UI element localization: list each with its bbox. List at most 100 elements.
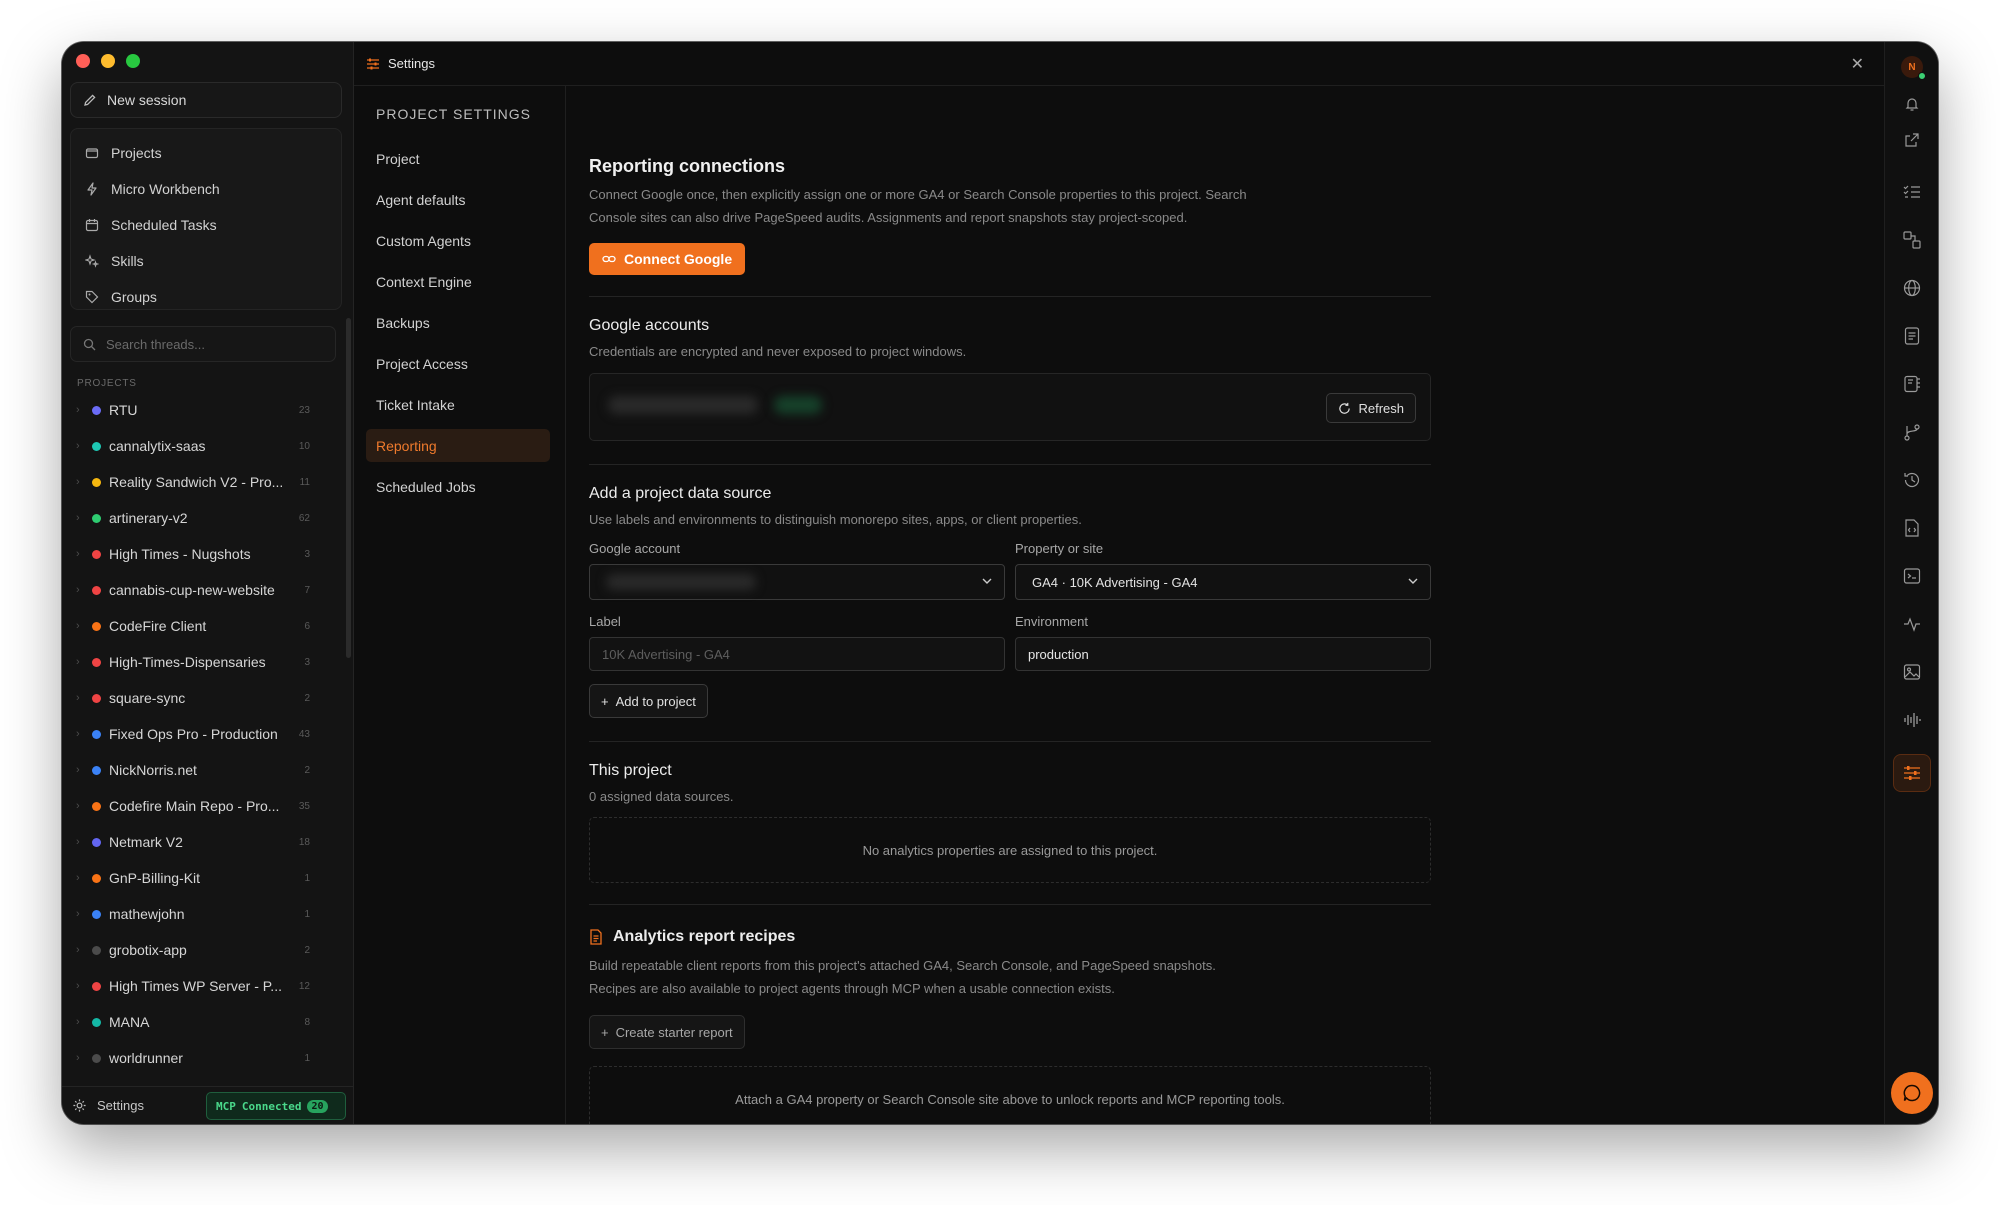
code-file-icon[interactable] bbox=[1902, 518, 1922, 538]
project-item[interactable]: › artinerary-v2 62 bbox=[70, 500, 342, 536]
project-item[interactable]: › Reality Sandwich V2 - Pro... 11 bbox=[70, 464, 342, 500]
image-icon[interactable] bbox=[1902, 662, 1922, 682]
git-branch-icon[interactable] bbox=[1902, 422, 1922, 442]
create-starter-report-button[interactable]: + Create starter report bbox=[589, 1015, 745, 1049]
chevron-right-icon[interactable]: › bbox=[76, 548, 92, 560]
chevron-right-icon[interactable]: › bbox=[76, 1052, 92, 1064]
zoom-window-button[interactable] bbox=[126, 54, 140, 68]
chevron-right-icon[interactable]: › bbox=[76, 872, 92, 884]
sidebar-item-projects[interactable]: Projects bbox=[71, 135, 341, 171]
activity-icon[interactable] bbox=[1902, 614, 1922, 634]
section-divider bbox=[589, 464, 1431, 465]
project-thread-count: 1 bbox=[304, 872, 310, 884]
project-item[interactable]: › High-Times-Dispensaries 3 bbox=[70, 644, 342, 680]
settings-tab-project[interactable]: Project bbox=[366, 142, 550, 175]
project-item[interactable]: › Codefire Main Repo - Pro... 35 bbox=[70, 788, 342, 824]
project-item[interactable]: › grobotix-app 2 bbox=[70, 932, 342, 968]
reporting-title: Reporting connections bbox=[589, 156, 786, 176]
project-item[interactable]: › square-sync 2 bbox=[70, 680, 342, 716]
settings-tab-ticket-intake[interactable]: Ticket Intake bbox=[366, 388, 550, 421]
chevron-right-icon[interactable]: › bbox=[76, 944, 92, 956]
chevron-right-icon[interactable]: › bbox=[76, 764, 92, 776]
sliders-icon[interactable] bbox=[1902, 763, 1922, 783]
chevron-right-icon[interactable]: › bbox=[76, 836, 92, 848]
chevron-right-icon[interactable]: › bbox=[76, 800, 92, 812]
chevron-right-icon[interactable]: › bbox=[76, 476, 92, 488]
chevron-right-icon[interactable]: › bbox=[76, 908, 92, 920]
settings-tab-reporting[interactable]: Reporting bbox=[366, 429, 550, 462]
chevron-right-icon[interactable]: › bbox=[76, 512, 92, 524]
project-item[interactable]: › worldrunner 1 bbox=[70, 1040, 342, 1076]
settings-tab-agent-defaults[interactable]: Agent defaults bbox=[366, 183, 550, 216]
project-color-dot bbox=[92, 945, 101, 955]
project-item[interactable]: › High Times WP Server - P... 12 bbox=[70, 968, 342, 1004]
chevron-right-icon[interactable]: › bbox=[76, 692, 92, 704]
mcp-status-badge[interactable]: MCP Connected 20 bbox=[206, 1092, 346, 1120]
sidebar-item-groups[interactable]: Groups bbox=[71, 279, 341, 315]
notebook-icon[interactable] bbox=[1902, 374, 1922, 394]
chevron-right-icon[interactable]: › bbox=[76, 620, 92, 632]
minimize-window-button[interactable] bbox=[101, 54, 115, 68]
mcp-count: 20 bbox=[307, 1099, 328, 1113]
sidebar-scrollbar[interactable] bbox=[346, 318, 351, 658]
project-thread-count: 8 bbox=[304, 1016, 310, 1028]
project-item[interactable]: › NickNorris.net 2 bbox=[70, 752, 342, 788]
shapes-icon[interactable] bbox=[1902, 230, 1922, 250]
project-item[interactable]: › Netmark V2 18 bbox=[70, 824, 342, 860]
chevron-right-icon[interactable]: › bbox=[76, 728, 92, 740]
project-item[interactable]: › GnP-Billing-Kit 1 bbox=[70, 860, 342, 896]
project-item[interactable]: › High Times - Nugshots 3 bbox=[70, 536, 342, 572]
gear-icon[interactable] bbox=[72, 1098, 87, 1113]
recipes-description-line: Recipes are also available to project ag… bbox=[589, 981, 1115, 996]
avatar[interactable]: N bbox=[1901, 56, 1926, 80]
settings-link[interactable]: Settings bbox=[97, 1098, 144, 1113]
project-item[interactable]: › CodeFire Client 6 bbox=[70, 608, 342, 644]
settings-tab-backups[interactable]: Backups bbox=[366, 306, 550, 339]
refresh-button[interactable]: Refresh bbox=[1326, 393, 1416, 423]
settings-tab-custom-agents[interactable]: Custom Agents bbox=[366, 224, 550, 257]
project-item[interactable]: › Fixed Ops Pro - Production 43 bbox=[70, 716, 342, 752]
label-input[interactable]: 10K Advertising - GA4 bbox=[589, 637, 1005, 671]
project-item[interactable]: › RTU 23 bbox=[70, 392, 342, 428]
document-icon[interactable] bbox=[1902, 326, 1922, 346]
chevron-right-icon[interactable]: › bbox=[76, 980, 92, 992]
settings-sliders-icon bbox=[366, 57, 380, 71]
checklist-icon[interactable] bbox=[1902, 182, 1922, 202]
globe-icon[interactable] bbox=[1902, 278, 1922, 298]
chevron-right-icon[interactable]: › bbox=[76, 656, 92, 668]
property-select[interactable]: GA4 · 10K Advertising - GA4 bbox=[1015, 564, 1431, 600]
project-item[interactable]: › cannalytix-saas 10 bbox=[70, 428, 342, 464]
connect-google-button[interactable]: Connect Google bbox=[589, 243, 746, 275]
audio-wave-icon[interactable] bbox=[1902, 710, 1922, 730]
chevron-right-icon[interactable]: › bbox=[76, 440, 92, 452]
project-item[interactable]: › mathewjohn 1 bbox=[70, 896, 342, 932]
chevron-right-icon[interactable]: › bbox=[76, 404, 92, 416]
chevron-right-icon[interactable]: › bbox=[76, 584, 92, 596]
no-properties-empty-state: No analytics properties are assigned to … bbox=[589, 817, 1431, 883]
close-icon[interactable]: ✕ bbox=[1851, 54, 1864, 74]
environment-input[interactable]: production bbox=[1015, 637, 1431, 671]
sidebar-item-skills[interactable]: Skills bbox=[71, 243, 341, 279]
google-account-select[interactable] bbox=[589, 564, 1005, 600]
google-accounts-title: Google accounts bbox=[589, 317, 710, 334]
recipes-empty-state: Attach a GA4 property or Search Console … bbox=[589, 1066, 1431, 1124]
bell-icon[interactable] bbox=[1902, 94, 1922, 114]
external-link-icon[interactable] bbox=[1902, 130, 1922, 150]
history-icon[interactable] bbox=[1902, 470, 1922, 490]
search-threads-input[interactable]: Search threads... bbox=[70, 326, 336, 362]
settings-tab-scheduled-jobs[interactable]: Scheduled Jobs bbox=[366, 470, 550, 503]
close-window-button[interactable] bbox=[76, 54, 90, 68]
link-icon bbox=[602, 252, 616, 266]
settings-tab-project-access[interactable]: Project Access bbox=[366, 347, 550, 380]
project-thread-count: 2 bbox=[304, 764, 310, 776]
terminal-icon[interactable] bbox=[1902, 566, 1922, 586]
chat-button[interactable] bbox=[1891, 1072, 1933, 1114]
project-item[interactable]: › MANA 8 bbox=[70, 1004, 342, 1040]
sidebar-item-micro-workbench[interactable]: Micro Workbench bbox=[71, 171, 341, 207]
sidebar-item-scheduled-tasks[interactable]: Scheduled Tasks bbox=[71, 207, 341, 243]
chevron-right-icon[interactable]: › bbox=[76, 1016, 92, 1028]
new-session-button[interactable]: New session bbox=[70, 82, 342, 118]
add-to-project-button[interactable]: + Add to project bbox=[589, 684, 708, 718]
project-item[interactable]: › cannabis-cup-new-website 7 bbox=[70, 572, 342, 608]
settings-tab-context-engine[interactable]: Context Engine bbox=[366, 265, 550, 298]
